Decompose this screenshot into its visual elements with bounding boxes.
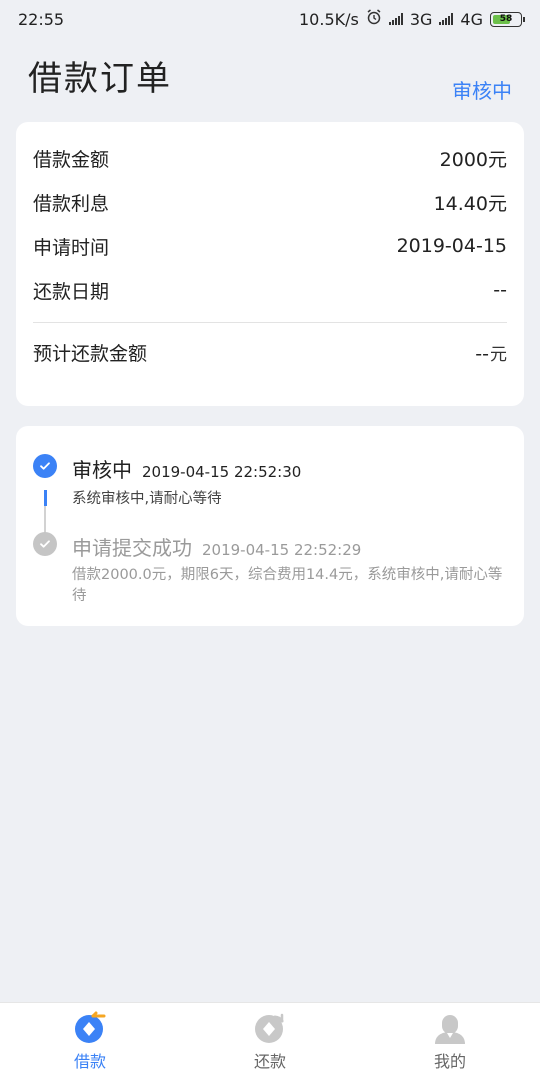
page-title: 借款订单 [28, 58, 172, 99]
currency-unit: 元 [490, 344, 507, 365]
detail-row-interest: 借款利息 14.40元 [33, 180, 507, 224]
order-status-link[interactable]: 审核中 [452, 75, 512, 104]
detail-value: 14.40元 [433, 192, 507, 215]
profile-icon [435, 1015, 465, 1044]
network-speed: 10.5K/s [299, 9, 359, 29]
nav-label: 我的 [433, 1052, 466, 1071]
nav-item-loan[interactable]: 借款 [0, 1003, 180, 1080]
timeline-connector-active [44, 490, 47, 506]
bottom-nav: 借款 还款 我的 [0, 1002, 540, 1080]
status-bar: 22:55 10.5K/s 3G 4G 58 [0, 0, 540, 38]
detail-value: -- 元 [475, 340, 507, 365]
check-circle-icon [33, 454, 57, 478]
timeline-item-reviewing: 审核中 2019-04-15 22:52:30 系统审核中,请耐心等待 [33, 454, 507, 510]
detail-row-repay-date: 还款日期 -- [33, 268, 507, 312]
check-circle-icon [33, 532, 57, 556]
signal-icon [388, 13, 403, 25]
nav-item-repay[interactable]: 还款 [180, 1003, 360, 1080]
detail-value: 2019-04-15 [396, 235, 507, 257]
status-time: 22:55 [18, 9, 65, 29]
page-header: 借款订单 审核中 [0, 38, 540, 122]
status-indicators: 10.5K/s 3G 4G 58 [299, 9, 525, 29]
battery-icon: 58 [490, 11, 525, 27]
timeline-desc: 系统审核中,请耐心等待 [72, 491, 222, 507]
expected-repay-amount: -- [475, 342, 489, 365]
detail-label: 还款日期 [33, 280, 110, 303]
detail-row-apply-time: 申请时间 2019-04-15 [33, 224, 507, 268]
loan-icon [75, 1011, 106, 1043]
timeline-desc: 借款2000.0元，期限6天，综合费用14.4元，系统审核中,请耐心等待 [72, 567, 503, 604]
detail-label: 申请时间 [33, 236, 110, 259]
detail-label: 借款金额 [33, 148, 110, 171]
timeline-time: 2019-04-15 22:52:29 [202, 541, 362, 559]
nav-label: 还款 [253, 1052, 286, 1071]
network-type-2: 4G [460, 9, 483, 29]
progress-timeline-card: 审核中 2019-04-15 22:52:30 系统审核中,请耐心等待 申请提交… [16, 426, 524, 626]
loan-details-card: 借款金额 2000元 借款利息 14.40元 申请时间 2019-04-15 还… [16, 122, 524, 406]
detail-value: 2000元 [439, 148, 507, 171]
detail-label: 预计还款金额 [33, 342, 148, 365]
timeline-item-submitted: 申请提交成功 2019-04-15 22:52:29 借款2000.0元，期限6… [33, 532, 507, 607]
timeline-title: 审核中 [72, 458, 132, 482]
signal-icon [439, 13, 454, 25]
alarm-clock-icon [366, 9, 382, 29]
detail-label: 借款利息 [33, 192, 110, 215]
detail-row-amount: 借款金额 2000元 [33, 136, 507, 180]
detail-row-expected-repay: 预计还款金额 -- 元 [33, 330, 507, 374]
timeline-time: 2019-04-15 22:52:30 [142, 463, 302, 481]
nav-item-profile[interactable]: 我的 [360, 1003, 540, 1080]
nav-label: 借款 [73, 1052, 106, 1071]
divider [33, 322, 507, 323]
timeline-title: 申请提交成功 [72, 536, 192, 560]
repay-icon [255, 1013, 284, 1043]
battery-level: 58 [499, 14, 513, 24]
network-type-1: 3G [409, 9, 433, 29]
detail-value: -- [493, 279, 507, 301]
